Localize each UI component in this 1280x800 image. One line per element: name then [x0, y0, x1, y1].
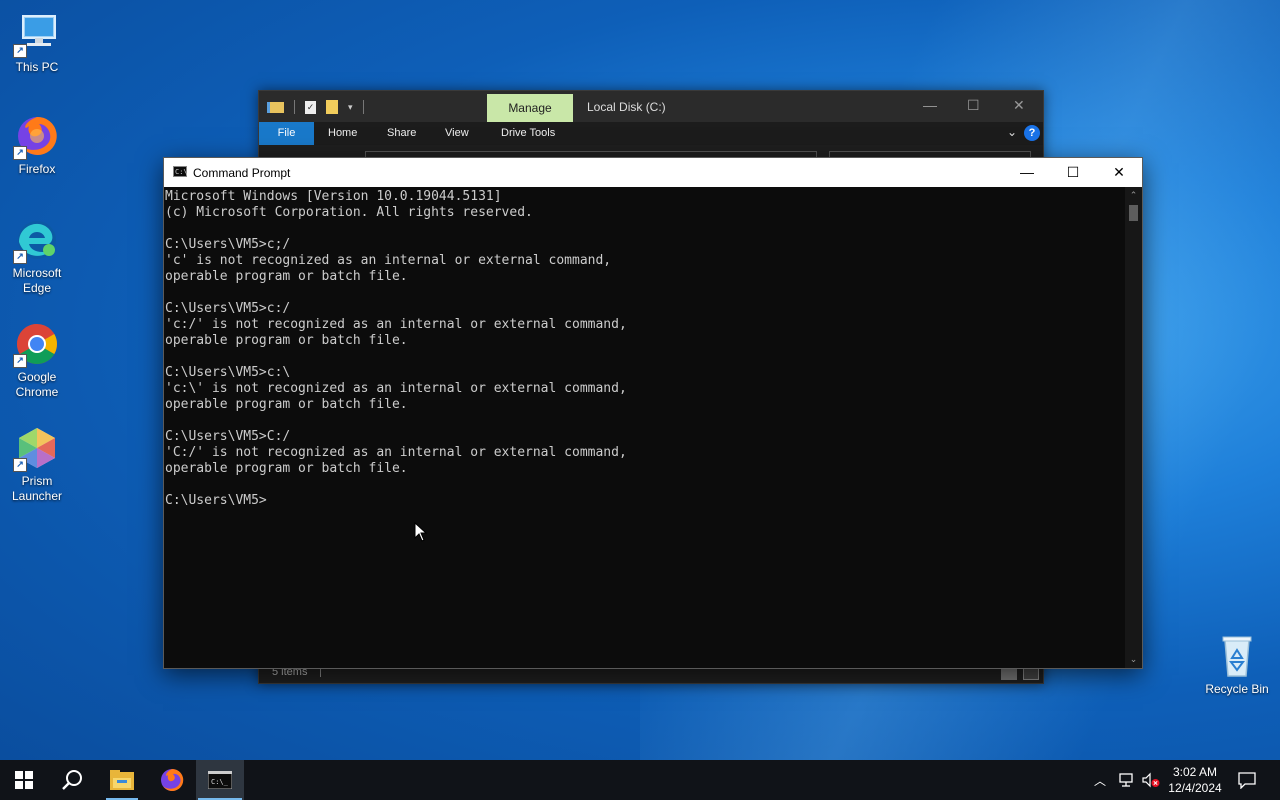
clock-date: 12/4/2024	[1168, 781, 1222, 795]
window-title: Command Prompt	[193, 166, 291, 180]
recycle-bin-icon	[1213, 632, 1261, 680]
ribbon-tabs: File Home Share View Drive Tools ⌄ ?	[259, 122, 1043, 145]
start-button[interactable]	[0, 760, 48, 800]
desktop-icon-chrome[interactable]: ↗ Google Chrome	[0, 320, 74, 400]
taskbar-file-explorer[interactable]	[98, 760, 146, 800]
volume-muted-icon	[1142, 772, 1160, 788]
shortcut-arrow-icon: ↗	[13, 250, 27, 264]
prism-icon: ↗	[13, 424, 61, 472]
window-title: Local Disk (C:)	[587, 100, 666, 114]
clock-time: 3:02 AM	[1172, 765, 1218, 779]
shortcut-arrow-icon: ↗	[13, 458, 27, 472]
toolbar-divider	[294, 100, 295, 114]
chevron-down-icon[interactable]: ▾	[348, 102, 353, 113]
edge-icon: ↗	[13, 216, 61, 264]
taskbar: C:\_ ︿ 3:02 AM 12/4/2024	[0, 760, 1280, 800]
tab-home[interactable]: Home	[328, 127, 357, 139]
cmd-icon: C:\_	[208, 771, 232, 789]
folder-icon[interactable]	[267, 101, 284, 113]
new-folder-icon[interactable]	[326, 100, 338, 114]
network-icon	[1119, 773, 1133, 787]
desktop-icon-firefox[interactable]: ↗ Firefox	[0, 112, 74, 177]
tab-drive-tools[interactable]: Drive Tools	[501, 127, 555, 139]
windows-logo-icon	[15, 771, 33, 789]
vertical-scrollbar[interactable]: ⌃ ⌄	[1125, 187, 1142, 668]
volume-tray[interactable]	[1141, 760, 1161, 800]
help-icon[interactable]: ?	[1024, 125, 1040, 141]
tab-file[interactable]: File	[259, 122, 314, 145]
properties-icon[interactable]: ✓	[305, 100, 316, 114]
file-explorer-icon	[110, 770, 134, 790]
firefox-icon	[161, 768, 184, 791]
shortcut-arrow-icon: ↗	[13, 44, 27, 58]
ribbon-expand-icon[interactable]: ⌄	[1007, 125, 1017, 139]
scroll-up-icon[interactable]: ⌃	[1125, 187, 1142, 204]
shortcut-arrow-icon: ↗	[13, 146, 27, 160]
shortcut-arrow-icon: ↗	[13, 354, 27, 368]
chevron-up-icon: ︿	[1094, 773, 1107, 788]
show-hidden-icons[interactable]: ︿	[1094, 760, 1106, 800]
svg-text:C:\_: C:\_	[211, 778, 229, 786]
close-icon[interactable]: ✕	[1013, 97, 1025, 114]
close-button[interactable]: ✕	[1096, 158, 1142, 187]
desktop-icon-label: Microsoft Edge	[12, 266, 62, 295]
scroll-thumb[interactable]	[1129, 205, 1138, 221]
toolbar-divider	[362, 100, 364, 114]
search-button[interactable]	[48, 760, 96, 800]
scroll-down-icon[interactable]: ⌄	[1125, 651, 1142, 668]
desktop-icon-this-pc[interactable]: ↗ This PC	[0, 10, 74, 75]
desktop-icon-label: Google Chrome	[15, 370, 59, 399]
tab-view[interactable]: View	[445, 127, 469, 139]
desktop-icon-label: This PC	[15, 60, 59, 74]
clock[interactable]: 3:02 AM 12/4/2024	[1162, 764, 1228, 796]
desktop-icon-recycle-bin[interactable]: Recycle Bin	[1200, 632, 1274, 697]
console-text[interactable]: Microsoft Windows [Version 10.0.19044.51…	[165, 189, 1125, 509]
chrome-icon: ↗	[13, 320, 61, 368]
desktop-icon-label: Recycle Bin	[1205, 682, 1269, 696]
explorer-title-bar[interactable]: ✓ ▾ Manage Local Disk (C:) — ☐ ✕	[259, 91, 1043, 122]
firefox-icon: ↗	[13, 112, 61, 160]
notification-icon	[1238, 772, 1256, 789]
tab-share[interactable]: Share	[387, 127, 416, 139]
tab-manage[interactable]: Manage	[487, 94, 573, 122]
taskbar-command-prompt[interactable]: C:\_	[196, 760, 244, 800]
desktop-icon-label: Firefox	[18, 162, 56, 176]
computer-icon: ↗	[13, 10, 61, 58]
network-tray[interactable]	[1118, 760, 1136, 800]
action-center-button[interactable]	[1238, 760, 1256, 800]
console-output[interactable]: Microsoft Windows [Version 10.0.19044.51…	[164, 187, 1125, 668]
quick-access-toolbar: ✓ ▾	[267, 100, 364, 114]
minimize-icon[interactable]: —	[923, 97, 937, 113]
cmd-title-bar[interactable]: C:\ Command Prompt — ☐ ✕	[164, 158, 1142, 187]
desktop-icon-prism-launcher[interactable]: ↗ Prism Launcher	[0, 424, 74, 504]
minimize-button[interactable]: —	[1004, 158, 1050, 187]
maximize-icon[interactable]: ☐	[967, 97, 980, 114]
taskbar-firefox[interactable]	[148, 760, 196, 800]
desktop-icon-label: Prism Launcher	[11, 474, 63, 503]
desktop-icon-edge[interactable]: ↗ Microsoft Edge	[0, 216, 74, 296]
search-icon	[62, 770, 82, 790]
command-prompt-window[interactable]: C:\ Command Prompt — ☐ ✕ Microsoft Windo…	[163, 157, 1143, 669]
maximize-button[interactable]: ☐	[1050, 158, 1096, 187]
cmd-icon: C:\	[173, 166, 188, 177]
